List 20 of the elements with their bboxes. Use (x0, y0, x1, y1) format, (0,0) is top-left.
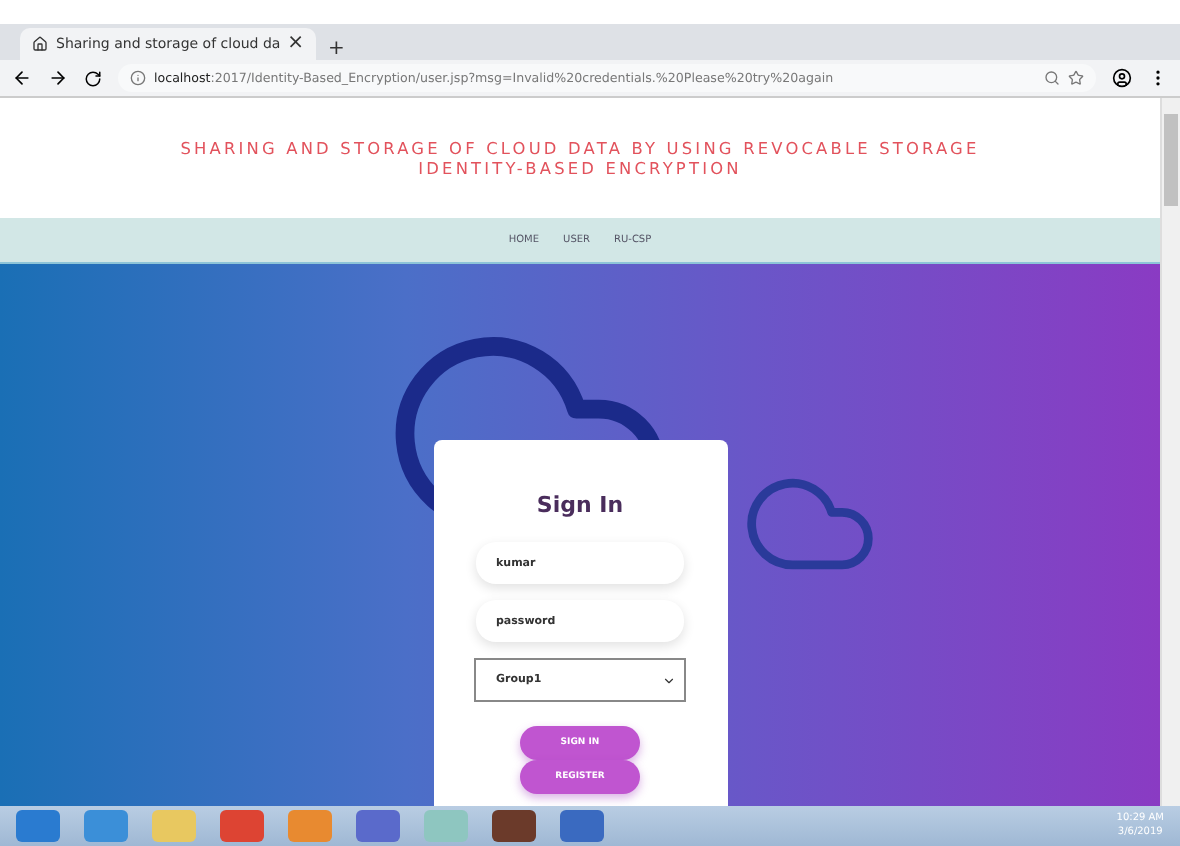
search-icon[interactable] (1044, 70, 1060, 86)
taskbar-app-icon[interactable] (16, 810, 60, 842)
info-icon (130, 70, 146, 86)
taskbar-app-icon[interactable] (220, 810, 264, 842)
tab-close-button[interactable]: × (287, 34, 304, 54)
new-tab-button[interactable]: + (328, 40, 345, 60)
taskbar-app-icon[interactable] (560, 810, 604, 842)
sign-in-heading: Sign In (536, 492, 624, 518)
home-icon (32, 36, 48, 52)
forward-icon[interactable] (48, 68, 68, 88)
site-title: SHARING AND STORAGE OF CLOUD DATA BY USING REVOCABLE STORAGE IDENTITY-BASED ENCRYPTION (178, 136, 982, 182)
taskbar-app-icon[interactable] (356, 810, 400, 842)
taskbar-app-icon[interactable] (84, 810, 128, 842)
back-icon[interactable] (12, 68, 32, 88)
star-icon[interactable] (1068, 70, 1084, 86)
reload-icon[interactable] (84, 69, 102, 87)
taskbar-app-icon[interactable] (492, 810, 536, 842)
dropdown-caret-icon (662, 673, 676, 687)
scrollbar[interactable] (1160, 98, 1180, 806)
profile-icon[interactable] (1112, 68, 1132, 88)
